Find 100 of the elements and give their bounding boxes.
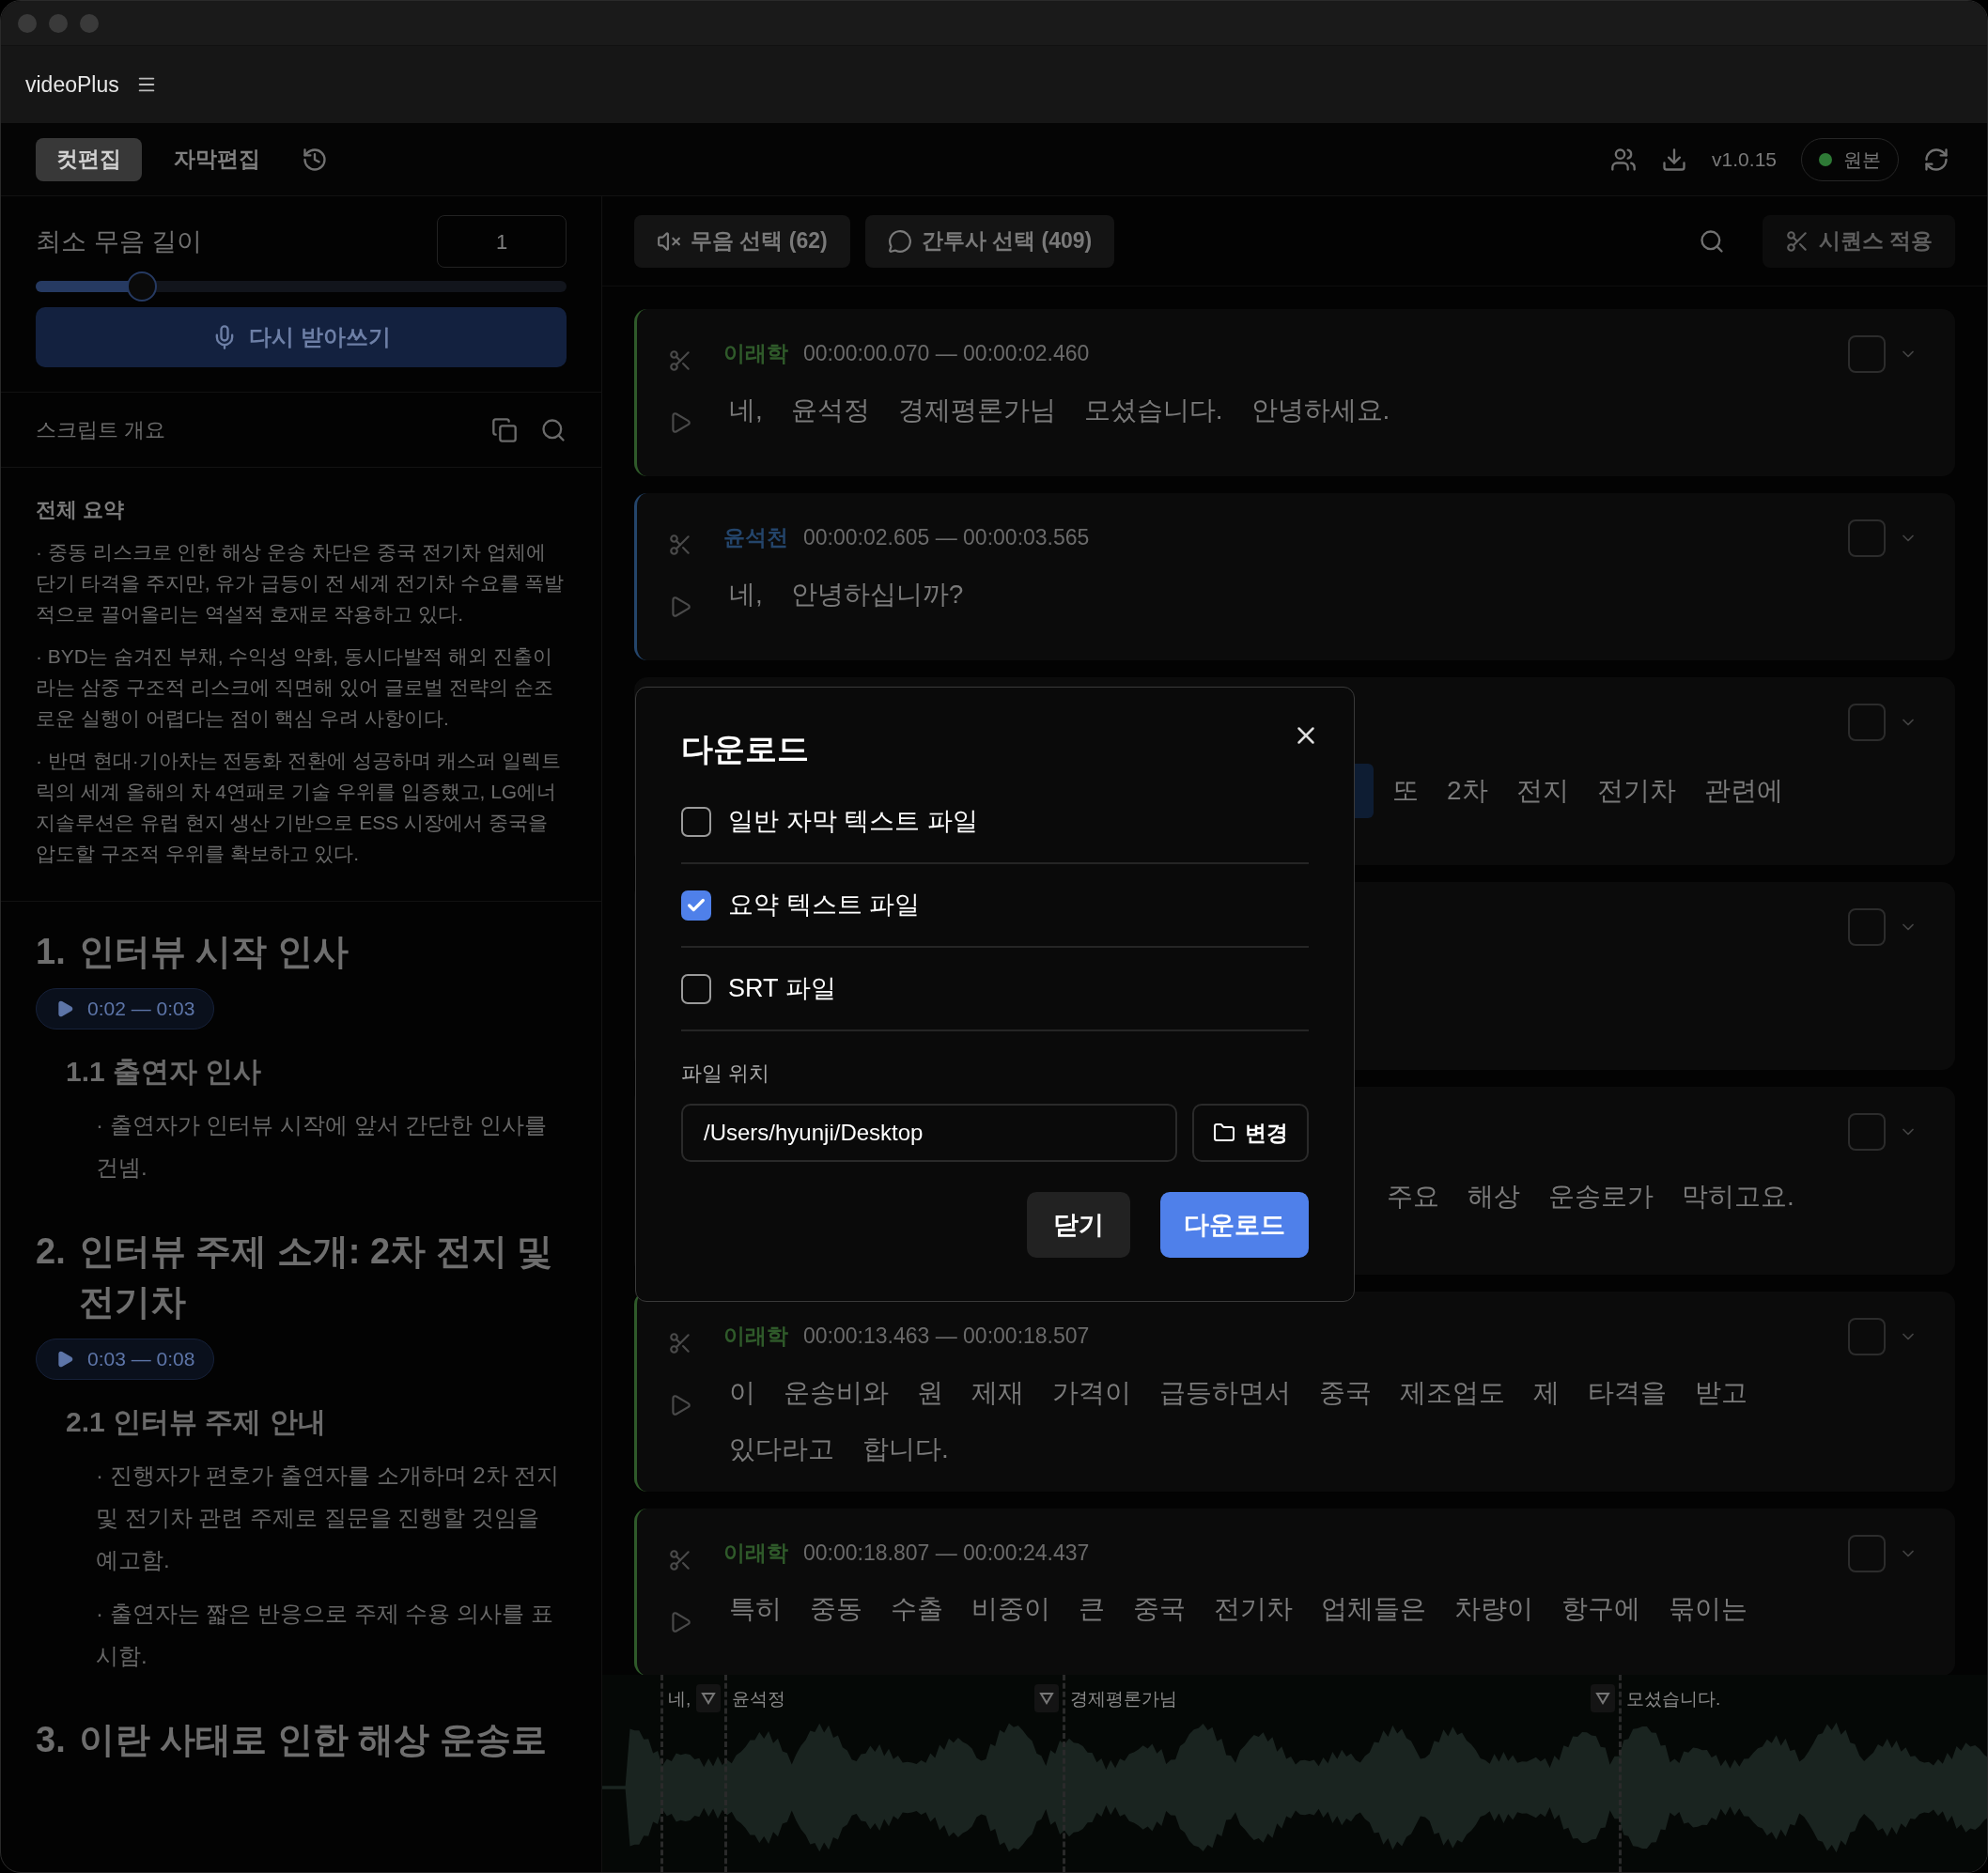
word[interactable]: 항구에	[1556, 1586, 1646, 1633]
scissors-icon[interactable]	[668, 1547, 692, 1572]
segment-checkbox[interactable]	[1848, 908, 1886, 946]
word[interactable]: 관련에	[1698, 767, 1789, 814]
tab[interactable]: 컷편집	[36, 137, 142, 181]
triangle-down-icon[interactable]	[1034, 1684, 1059, 1712]
min-silence-input[interactable]: 1	[437, 215, 567, 268]
word[interactable]: 해상	[1462, 1173, 1526, 1220]
download-button[interactable]: 다운로드	[1160, 1192, 1309, 1258]
word[interactable]: 경제평론가님	[892, 386, 1062, 434]
word[interactable]: 안녕하십니까?	[784, 570, 970, 618]
change-button[interactable]: 변경	[1192, 1104, 1309, 1162]
word[interactable]: 중국	[1313, 1369, 1377, 1416]
marker-line[interactable]	[660, 1675, 663, 1872]
marker-label: 윤석정	[732, 1688, 785, 1710]
marker-line[interactable]	[1063, 1675, 1065, 1872]
search-icon[interactable]	[540, 416, 567, 443]
dialog-title: 다운로드	[681, 730, 809, 768]
word[interactable]: 주요	[1381, 1173, 1445, 1220]
search-icon[interactable]	[1698, 227, 1725, 255]
word[interactable]: 막히고요.	[1676, 1173, 1800, 1220]
word[interactable]: 또	[1387, 767, 1424, 814]
scissors-icon	[1784, 228, 1809, 254]
option-label: 요약 텍스트 파일	[728, 890, 920, 921]
word[interactable]: 급등하면서	[1154, 1369, 1297, 1416]
segment-checkbox[interactable]	[1848, 335, 1886, 373]
location-label: 파일 위치	[681, 1060, 771, 1087]
marker-line[interactable]	[1619, 1675, 1622, 1872]
word[interactable]: 운송비와	[778, 1369, 894, 1416]
word[interactable]: 가격이	[1047, 1369, 1137, 1416]
cancel-button[interactable]: 닫기	[1027, 1192, 1130, 1258]
time-range-chip[interactable]: 0:02 — 0:03	[36, 988, 215, 1029]
select-filler-button[interactable]: 간투사 선택 (409)	[864, 214, 1115, 268]
word[interactable]: 이	[723, 1369, 761, 1416]
word[interactable]: 2차	[1441, 767, 1494, 814]
word[interactable]: 안녕하세요.	[1245, 386, 1396, 434]
word[interactable]: 제	[1528, 1369, 1565, 1416]
word[interactable]: 네,	[723, 570, 769, 618]
word[interactable]: 업체들은	[1315, 1586, 1432, 1633]
checkbox[interactable]	[681, 806, 711, 837]
section-title: 인터뷰 시작 인사	[78, 931, 349, 973]
word[interactable]: 중동	[804, 1586, 868, 1633]
version-label: v1.0.15	[1712, 147, 1777, 172]
word[interactable]: 묶이는	[1663, 1586, 1753, 1633]
word[interactable]: 운송로가	[1543, 1173, 1659, 1220]
word[interactable]: 제조업도	[1394, 1369, 1511, 1416]
checkbox[interactable]	[681, 890, 711, 921]
word[interactable]: 받고	[1689, 1369, 1753, 1416]
subsection-title: 1.1 출연자 인사	[66, 1055, 263, 1089]
speaker-name: 이래학	[723, 1323, 788, 1350]
copy-icon[interactable]	[491, 416, 518, 443]
word[interactable]: 수출	[885, 1586, 949, 1633]
word[interactable]: 타격을	[1582, 1369, 1672, 1416]
path-field[interactable]: /Users/hyunji/Desktop	[681, 1104, 1177, 1162]
marker-line[interactable]	[724, 1675, 727, 1872]
word[interactable]: 모셨습니다.	[1078, 386, 1229, 434]
word[interactable]: 큰	[1073, 1586, 1110, 1633]
users-icon[interactable]	[1610, 146, 1638, 173]
triangle-down-icon[interactable]	[1591, 1684, 1615, 1712]
word[interactable]: 있다라고	[723, 1425, 840, 1473]
word[interactable]: 전기차	[1208, 1586, 1298, 1633]
scissors-icon[interactable]	[668, 533, 692, 557]
tab[interactable]: 자막편집	[153, 137, 281, 181]
segment-checkbox[interactable]	[1848, 1534, 1886, 1572]
min-silence-label: 최소 무음 길이	[36, 225, 202, 257]
history-icon[interactable]	[302, 146, 328, 173]
slider-thumb[interactable]	[127, 271, 157, 302]
scissors-icon[interactable]	[668, 1331, 692, 1355]
segment-checkbox[interactable]	[1848, 519, 1886, 557]
option-label: 일반 자막 텍스트 파일	[728, 806, 978, 838]
word[interactable]: 전기차	[1591, 767, 1682, 814]
play-icon	[55, 999, 74, 1018]
scissors-icon[interactable]	[668, 348, 692, 373]
word-highlight[interactable]	[1353, 764, 1374, 818]
subsection-title: 2.1 인터뷰 주제 안내	[66, 1405, 327, 1439]
retranscribe-button[interactable]: 다시 받아쓰기	[36, 307, 567, 367]
segment-checkbox[interactable]	[1848, 1318, 1886, 1355]
word[interactable]: 비중이	[966, 1586, 1056, 1633]
word[interactable]: 전지	[1510, 767, 1575, 814]
word[interactable]: 합니다.	[857, 1425, 955, 1473]
word[interactable]: 제재	[966, 1369, 1030, 1416]
word[interactable]: 차량이	[1449, 1586, 1539, 1633]
time-range-chip[interactable]: 0:03 — 0:08	[36, 1339, 215, 1380]
select-silence-button[interactable]: 무음 선택 (62)	[634, 214, 850, 268]
option-label: SRT 파일	[728, 973, 836, 1005]
summary-paragraph: · 중동 리스크로 인한 해상 운송 차단은 중국 전기차 업체에 단기 타격을 주지만, 유가 급등이 전 세계 전기차 수요를 폭발적으로 끌어올리는 역설적 호재로 작용하고 있다.	[36, 540, 566, 627]
word[interactable]: 네,	[723, 386, 769, 434]
word[interactable]: 윤석정	[784, 386, 876, 434]
download-icon[interactable]	[1661, 146, 1688, 173]
apply-sequence-button[interactable]: 시퀀스 적용	[1762, 214, 1955, 268]
refresh-icon[interactable]	[1923, 146, 1949, 173]
triangle-down-icon[interactable]	[696, 1684, 721, 1712]
word[interactable]: 특히	[723, 1586, 787, 1633]
segment-checkbox[interactable]	[1848, 1113, 1886, 1151]
checkbox[interactable]	[681, 973, 711, 1004]
word[interactable]: 원	[911, 1369, 949, 1416]
word[interactable]: 중국	[1127, 1586, 1191, 1633]
speaker-name: 윤석천	[723, 524, 788, 551]
segment-checkbox[interactable]	[1848, 704, 1886, 741]
play-icon	[55, 1350, 74, 1369]
